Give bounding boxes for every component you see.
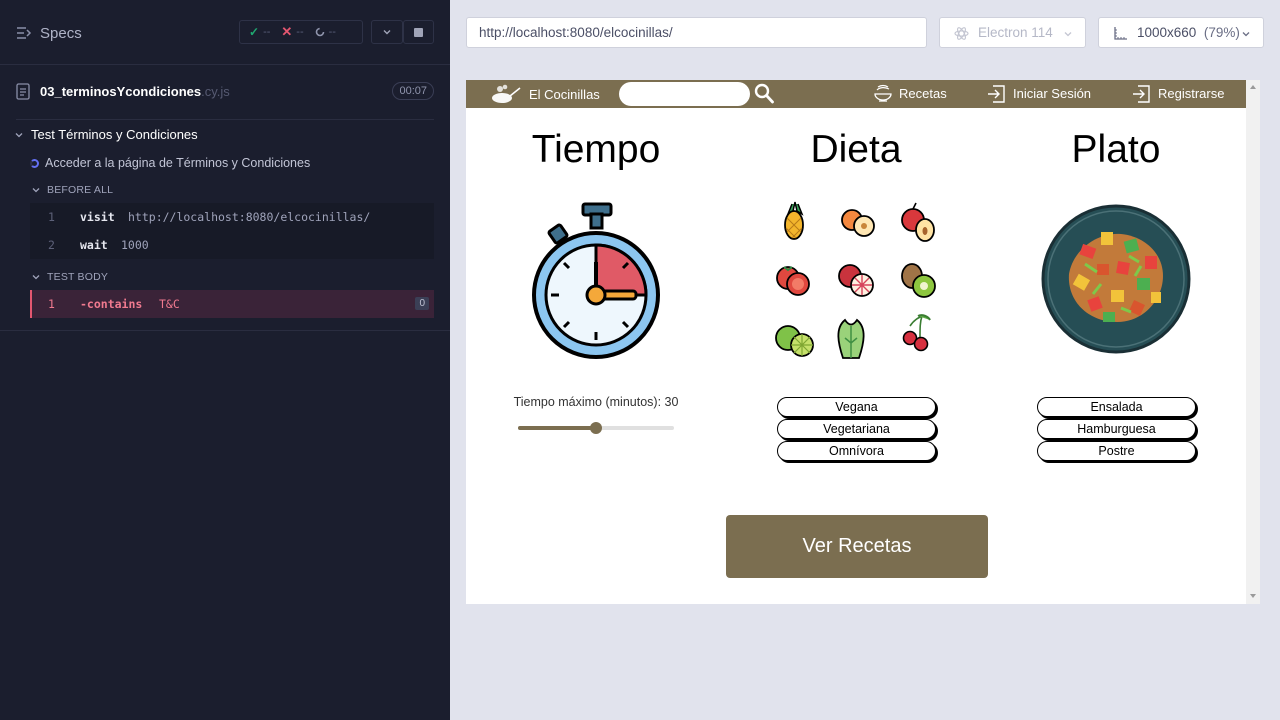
browser-name: Electron 114	[978, 25, 1053, 40]
stop-button[interactable]	[403, 20, 434, 44]
plato-column: Plato Ensalada Hamburguesa Postre	[986, 80, 1246, 604]
test-title[interactable]: Acceder a la página de Términos y Condic…	[45, 156, 310, 170]
ruler-icon	[1114, 27, 1127, 40]
stopwatch-icon	[532, 202, 660, 359]
command-number: 1	[48, 297, 55, 311]
running-indicator-icon	[30, 159, 39, 168]
spec-file-row[interactable]: 03_terminosYcondiciones.cy.js 00:07	[16, 80, 434, 104]
app-scrollbar[interactable]	[1246, 80, 1260, 604]
dish-option-button[interactable]: Hamburguesa	[1037, 419, 1196, 439]
viewport-selector[interactable]: 1000x660 (79%)	[1098, 17, 1264, 48]
runner-header: Specs ✓ -- ✕ -- --	[0, 0, 450, 64]
diet-option-button[interactable]: Vegana	[777, 397, 936, 417]
dish-option-button[interactable]: Postre	[1037, 441, 1196, 461]
command-row-failed[interactable]: 1 -contains T&C 0	[30, 290, 434, 318]
command-number: 1	[48, 210, 55, 224]
viewport-size: 1000x660	[1137, 25, 1197, 40]
chevron-down-icon	[1064, 32, 1072, 37]
time-slider-fill	[518, 426, 596, 430]
document-icon	[16, 83, 30, 100]
chevron-down-icon	[383, 30, 391, 35]
spinner-icon	[315, 27, 324, 37]
spec-file-extension: .cy.js	[201, 84, 230, 99]
test-body-label[interactable]: TEST BODY	[47, 271, 108, 283]
pending-stat: --	[315, 26, 336, 38]
time-slider-label: Tiempo máximo (minutos): 30	[513, 395, 679, 409]
test-body-commands: 1 -contains T&C 0	[30, 290, 434, 318]
divider	[0, 64, 450, 65]
before-all-commands: 1 visit http://localhost:8080/elcocinill…	[30, 203, 434, 259]
view-recipes-button[interactable]: Ver Recetas	[726, 515, 988, 578]
chevron-down-icon	[1242, 32, 1250, 37]
pending-count: --	[328, 26, 336, 38]
tiempo-column: Tiempo Tiempo máximo (minutos): 30	[466, 80, 726, 604]
command-arg: T&C	[159, 297, 180, 311]
url-bar[interactable]: http://localhost:8080/elcocinillas/	[466, 17, 927, 48]
fruits-vegetables-icon	[775, 201, 936, 359]
spec-file-name: 03_terminosYcondiciones.cy.js	[40, 84, 230, 99]
dish-option-button[interactable]: Ensalada	[1037, 397, 1196, 417]
chevron-down-icon[interactable]	[32, 273, 40, 281]
divider	[16, 119, 434, 120]
command-row[interactable]: 2 wait 1000	[30, 231, 434, 259]
toggle-auto-scroll-button[interactable]	[371, 20, 403, 44]
suite-title[interactable]: Test Términos y Condiciones	[31, 127, 198, 142]
command-row[interactable]: 1 visit http://localhost:8080/elcocinill…	[30, 203, 434, 231]
electron-icon	[954, 27, 969, 40]
command-number: 2	[48, 238, 55, 252]
chevron-down-icon[interactable]	[32, 186, 40, 194]
failed-stat: ✕ --	[281, 24, 303, 40]
spec-duration: 00:07	[392, 82, 434, 100]
command-name: visit	[80, 210, 115, 224]
command-arg: 1000	[121, 238, 149, 252]
tiempo-title: Tiempo	[531, 128, 661, 171]
command-name: -contains	[80, 297, 143, 311]
command-arg: http://localhost:8080/elcocinillas/	[128, 210, 371, 224]
time-slider-thumb[interactable]	[590, 422, 602, 434]
salad-bowl-icon	[1041, 204, 1191, 354]
runner-panel: Specs ✓ -- ✕ -- -- 03_terminosYcondicion…	[0, 0, 450, 720]
command-name: wait	[80, 238, 108, 252]
passed-count: --	[263, 26, 271, 38]
passed-stat: ✓ --	[249, 25, 270, 39]
match-count-badge: 0	[415, 297, 429, 310]
scroll-down-arrow-icon[interactable]	[1250, 594, 1256, 598]
dieta-title: Dieta	[810, 128, 902, 171]
scroll-up-arrow-icon[interactable]	[1250, 85, 1256, 89]
failed-count: --	[296, 26, 304, 38]
browser-selector[interactable]: Electron 114	[939, 17, 1086, 48]
diet-option-button[interactable]: Vegetariana	[777, 419, 936, 439]
diet-option-button[interactable]: Omnívora	[777, 441, 936, 461]
spec-file-basename: 03_terminosYcondiciones	[40, 84, 202, 99]
cross-icon: ✕	[281, 24, 293, 39]
time-slider[interactable]	[518, 422, 674, 434]
divider	[0, 330, 450, 331]
specs-label[interactable]: Specs	[40, 25, 82, 42]
before-all-hook-label[interactable]: BEFORE ALL	[47, 184, 113, 196]
check-icon: ✓	[249, 25, 260, 39]
stop-icon	[414, 28, 423, 37]
test-stats: ✓ -- ✕ -- --	[239, 20, 363, 44]
app-iframe: El Cocinillas Recetas Iniciar Sesión Reg…	[466, 80, 1246, 604]
zoom-level: (79%)	[1203, 25, 1240, 40]
specs-icon[interactable]	[16, 25, 32, 41]
chevron-down-icon[interactable]	[15, 131, 23, 139]
plato-title: Plato	[1071, 128, 1161, 171]
